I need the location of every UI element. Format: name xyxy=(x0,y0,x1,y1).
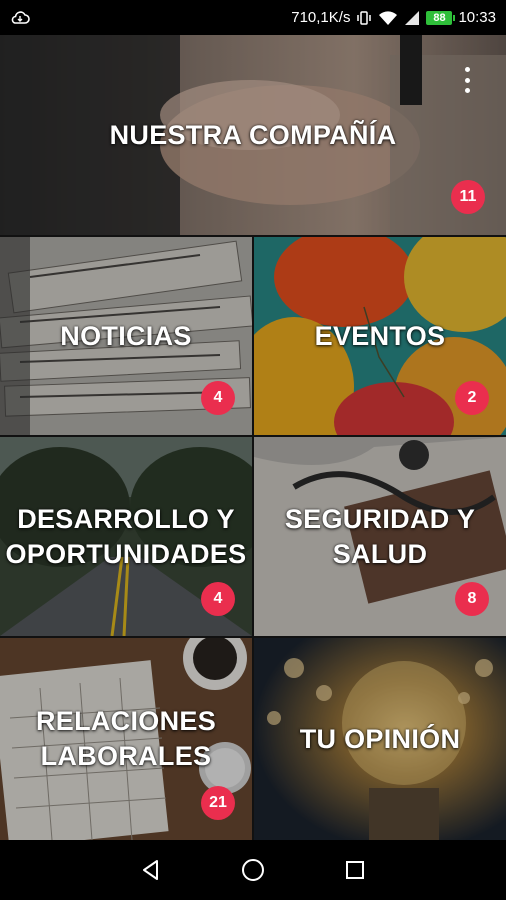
clock: 10:33 xyxy=(458,9,496,26)
tile-noticias[interactable]: NOTICIAS 4 xyxy=(0,237,252,435)
tile-label: RELACIONES LABORALES xyxy=(35,706,217,771)
vibrate-icon xyxy=(356,10,372,26)
tile-label: TU OPINIÓN xyxy=(299,723,461,754)
signal-icon xyxy=(404,10,420,26)
system-nav-bar xyxy=(0,840,506,900)
tile-label: DESARROLLO Y OPORTUNIDADES xyxy=(5,503,247,569)
wifi-icon xyxy=(378,10,398,26)
notification-badge: 2 xyxy=(455,381,489,415)
tile-desarrollo-y-oportunidades[interactable]: DESARROLLO Y OPORTUNIDADES 4 xyxy=(0,437,252,636)
category-grid: NUESTRA COMPAÑÍA 11 NOTICIAS 4 EVENTOS 2… xyxy=(0,35,506,840)
tile-nuestra-compania[interactable]: NUESTRA COMPAÑÍA 11 xyxy=(0,35,506,235)
status-bar: 710,1K/s 88 10:33 xyxy=(0,0,506,35)
notification-badge: 11 xyxy=(451,180,485,214)
tile-relaciones-laborales[interactable]: RELACIONES LABORALES 21 xyxy=(0,638,252,840)
tile-label: SEGURIDAD Y SALUD xyxy=(284,503,476,569)
tile-seguridad-y-salud[interactable]: SEGURIDAD Y SALUD 8 xyxy=(254,437,506,636)
battery-level: 88 xyxy=(433,11,446,24)
notification-badge: 4 xyxy=(201,381,235,415)
notification-badge: 4 xyxy=(201,582,235,616)
notification-badge: 8 xyxy=(455,582,489,616)
notification-badge: 21 xyxy=(201,786,235,820)
recents-icon[interactable] xyxy=(335,850,375,890)
home-icon[interactable] xyxy=(233,850,273,890)
back-icon[interactable] xyxy=(131,850,171,890)
tile-label: NUESTRA COMPAÑÍA xyxy=(109,119,397,150)
tile-label: EVENTOS xyxy=(314,320,446,351)
battery-icon: 88 xyxy=(426,10,456,25)
tile-tu-opinion[interactable]: TU OPINIÓN xyxy=(254,638,506,840)
more-vert-icon[interactable] xyxy=(460,67,474,93)
tile-eventos[interactable]: EVENTOS 2 xyxy=(254,237,506,435)
cloud-sync-icon xyxy=(10,10,30,26)
tile-label: NOTICIAS xyxy=(60,320,192,351)
network-speed: 710,1K/s xyxy=(291,9,351,26)
